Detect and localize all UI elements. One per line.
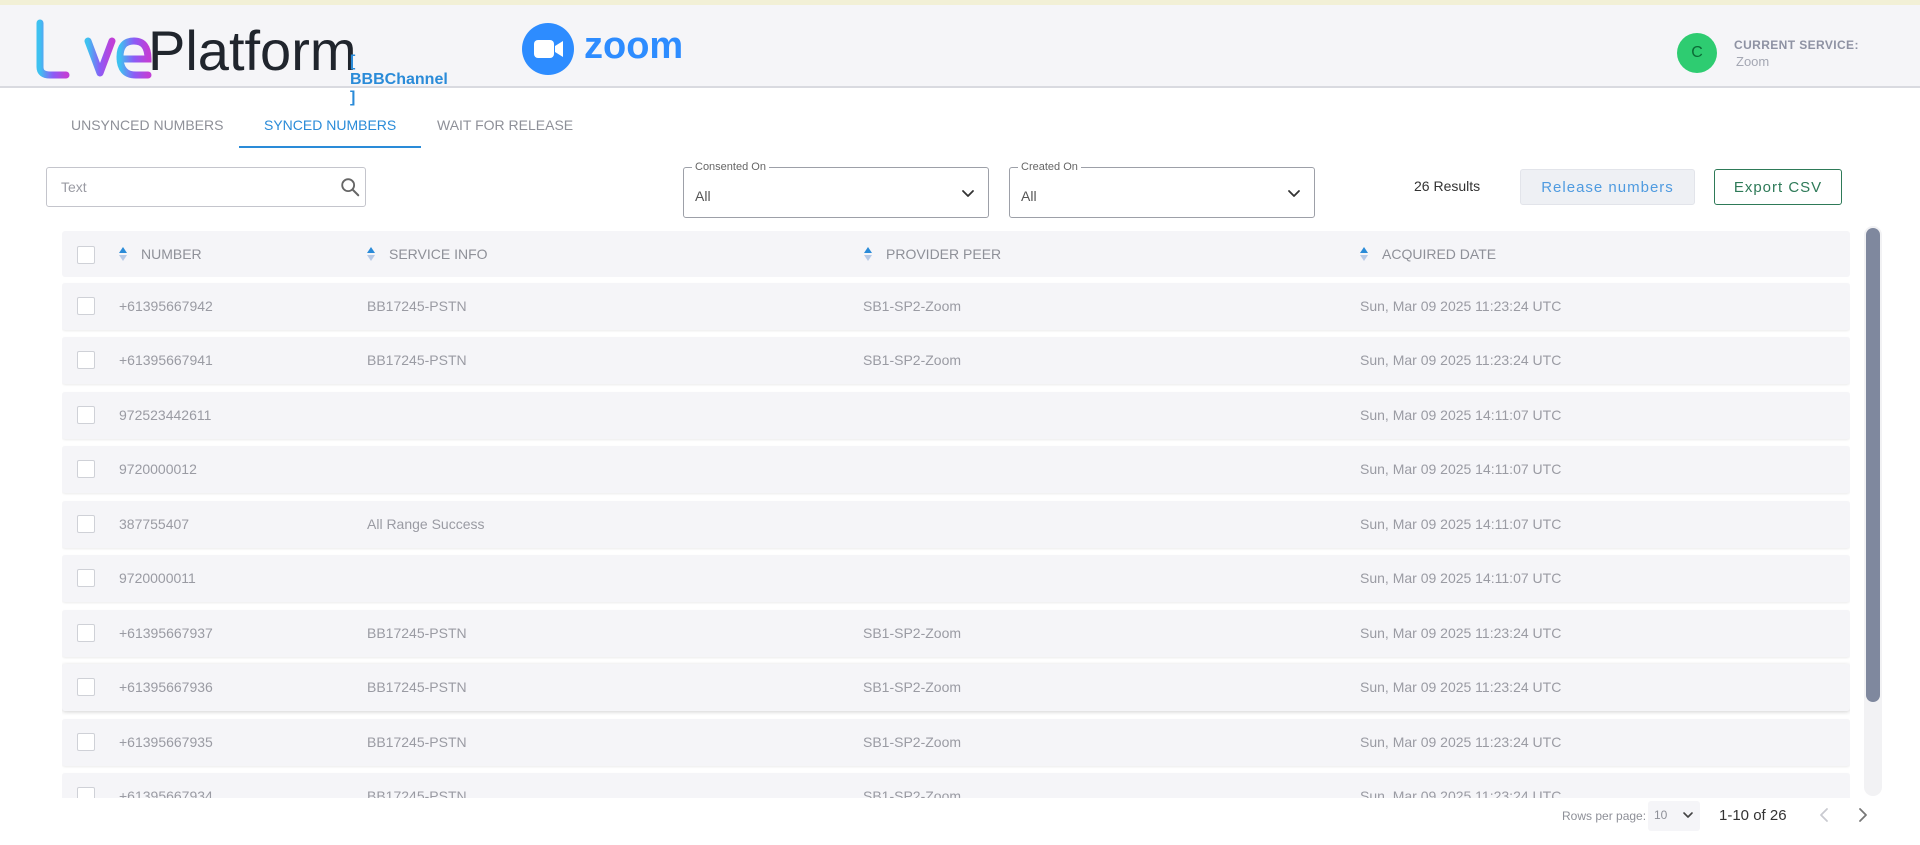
cell-acquired-date: Sun, Mar 09 2025 14:11:07 UTC (1360, 516, 1562, 532)
export-csv-button[interactable]: Export CSV (1714, 169, 1842, 205)
table-row[interactable]: 9720000012 Sun, Mar 09 2025 14:11:07 UTC (62, 446, 1850, 493)
row-checkbox[interactable] (77, 351, 95, 369)
zoom-wordmark: zoom (584, 25, 684, 67)
cell-acquired-date: Sun, Mar 09 2025 14:11:07 UTC (1360, 570, 1562, 586)
select-all-checkbox[interactable] (77, 246, 95, 264)
row-checkbox[interactable] (77, 515, 95, 533)
pagination-range: 1-10 of 26 (1719, 807, 1787, 824)
rows-per-page-label: Rows per page: (1562, 809, 1647, 823)
cell-acquired-date: Sun, Mar 09 2025 11:23:24 UTC (1360, 625, 1562, 641)
cell-acquired-date: Sun, Mar 09 2025 11:23:24 UTC (1360, 298, 1562, 314)
table-row[interactable]: +61395667941 BB17245-PSTN SB1-SP2-Zoom S… (62, 337, 1850, 384)
column-header-acquired-date[interactable]: ACQUIRED DATE (1382, 246, 1496, 262)
cell-provider-peer: SB1-SP2-Zoom (863, 679, 962, 695)
cell-number: 9720000011 (119, 570, 196, 586)
cell-provider-peer: SB1-SP2-Zoom (863, 298, 962, 314)
cell-service-info: BB17245-PSTN (367, 734, 467, 750)
table-row[interactable]: +61395667937 BB17245-PSTN SB1-SP2-Zoom S… (62, 610, 1850, 657)
cell-number: +61395667942 (119, 298, 213, 314)
chevron-down-icon (1683, 812, 1693, 818)
consented-on-label: Consented On (692, 161, 769, 173)
cell-service-info: All Range Success (367, 516, 485, 532)
column-header-provider-peer[interactable]: PROVIDER PEER (886, 246, 1001, 262)
row-checkbox[interactable] (77, 297, 95, 315)
cell-service-info: BB17245-PSTN (367, 679, 467, 695)
search-icon[interactable] (339, 176, 361, 198)
chevron-left-icon[interactable] (1816, 806, 1834, 824)
chevron-down-icon (962, 190, 974, 197)
column-header-number[interactable]: NUMBER (141, 246, 202, 262)
table-row[interactable]: 972523442611 Sun, Mar 09 2025 14:11:07 U… (62, 392, 1850, 439)
cell-acquired-date: Sun, Mar 09 2025 11:23:24 UTC (1360, 734, 1562, 750)
cell-service-info: BB17245-PSTN (367, 625, 467, 641)
live-logo-mark-icon (36, 19, 152, 79)
cell-number: +61395667937 (119, 625, 213, 641)
table-row[interactable]: 387755407 All Range Success Sun, Mar 09 … (62, 501, 1850, 548)
created-on-value: All (1021, 188, 1037, 204)
channel-label: [ BBBChannel ] (350, 53, 448, 106)
rows-per-page-value: 10 (1654, 808, 1668, 822)
row-checkbox[interactable] (77, 569, 95, 587)
user-avatar[interactable]: C (1677, 33, 1717, 73)
table-row[interactable]: +61395667934 BB17245-PSTN SB1-SP2-Zoom S… (62, 773, 1850, 798)
cell-number: +61395667934 (119, 788, 213, 798)
cell-acquired-date: Sun, Mar 09 2025 11:23:24 UTC (1360, 352, 1562, 368)
sort-icon[interactable] (366, 246, 376, 262)
sort-icon[interactable] (1359, 246, 1369, 262)
cell-service-info: BB17245-PSTN (367, 298, 467, 314)
row-checkbox[interactable] (77, 460, 95, 478)
chevron-down-icon (1288, 190, 1300, 197)
table-row[interactable]: +61395667935 BB17245-PSTN SB1-SP2-Zoom S… (62, 719, 1850, 766)
numbers-table: NUMBER SERVICE INFO PROVIDER PEER ACQUIR… (62, 231, 1850, 798)
app-header: Platform [ BBBChannel ] zoom C CURRENT S… (0, 5, 1920, 106)
cell-acquired-date: Sun, Mar 09 2025 14:11:07 UTC (1360, 461, 1562, 477)
cell-number: +61395667941 (119, 352, 213, 368)
created-on-select[interactable]: Created On All (1009, 161, 1315, 218)
column-header-service-info[interactable]: SERVICE INFO (389, 246, 488, 262)
cell-number: 972523442611 (119, 407, 212, 423)
row-checkbox[interactable] (77, 624, 95, 642)
current-service-value: Zoom (1736, 54, 1770, 69)
cell-provider-peer: SB1-SP2-Zoom (863, 625, 962, 641)
cell-number: +61395667935 (119, 734, 213, 750)
cell-provider-peer: SB1-SP2-Zoom (863, 734, 962, 750)
cell-acquired-date: Sun, Mar 09 2025 14:11:07 UTC (1360, 407, 1562, 423)
release-numbers-button[interactable]: Release numbers (1520, 169, 1695, 205)
cell-acquired-date: Sun, Mar 09 2025 11:23:24 UTC (1360, 788, 1562, 798)
logo-text: Platform (148, 19, 357, 82)
tab-wait-for-release[interactable]: WAIT FOR RELEASE (437, 104, 573, 146)
search-input[interactable] (47, 168, 327, 206)
consented-on-select[interactable]: Consented On All (683, 161, 989, 218)
results-count: 26 Results (1414, 178, 1481, 194)
cell-number: +61395667936 (119, 679, 213, 695)
chevron-right-icon[interactable] (1853, 806, 1871, 824)
table-header: NUMBER SERVICE INFO PROVIDER PEER ACQUIR… (62, 231, 1850, 277)
scrollbar-thumb[interactable] (1866, 228, 1880, 702)
cell-provider-peer: SB1-SP2-Zoom (863, 352, 962, 368)
consented-on-value: All (695, 188, 711, 204)
search-field (46, 167, 366, 207)
cell-provider-peer: SB1-SP2-Zoom (863, 788, 962, 798)
created-on-label: Created On (1018, 161, 1081, 173)
table-row[interactable]: 9720000011 Sun, Mar 09 2025 14:11:07 UTC (62, 555, 1850, 602)
table-row[interactable]: +61395667942 BB17245-PSTN SB1-SP2-Zoom S… (62, 283, 1850, 330)
current-service-label: CURRENT SERVICE: (1734, 38, 1859, 52)
row-checkbox[interactable] (77, 733, 95, 751)
row-checkbox[interactable] (77, 787, 95, 798)
row-checkbox[interactable] (77, 678, 95, 696)
rows-per-page-select[interactable]: 10 (1648, 801, 1700, 831)
cell-number: 387755407 (119, 516, 190, 532)
liveplatform-logo[interactable]: Platform [ BBBChannel ] (36, 19, 448, 106)
sort-icon[interactable] (863, 246, 873, 262)
cell-service-info: BB17245-PSTN (367, 788, 467, 798)
table-row[interactable]: +61395667936 BB17245-PSTN SB1-SP2-Zoom S… (62, 664, 1850, 711)
cell-number: 9720000012 (119, 461, 197, 477)
sort-icon[interactable] (118, 246, 128, 262)
row-checkbox[interactable] (77, 406, 95, 424)
cell-acquired-date: Sun, Mar 09 2025 11:23:24 UTC (1360, 679, 1562, 695)
zoom-camera-icon (522, 23, 574, 75)
tab-synced-numbers[interactable]: SYNCED NUMBERS (239, 104, 422, 148)
cell-service-info: BB17245-PSTN (367, 352, 467, 368)
tab-unsynced-numbers[interactable]: UNSYNCED NUMBERS (71, 104, 223, 146)
